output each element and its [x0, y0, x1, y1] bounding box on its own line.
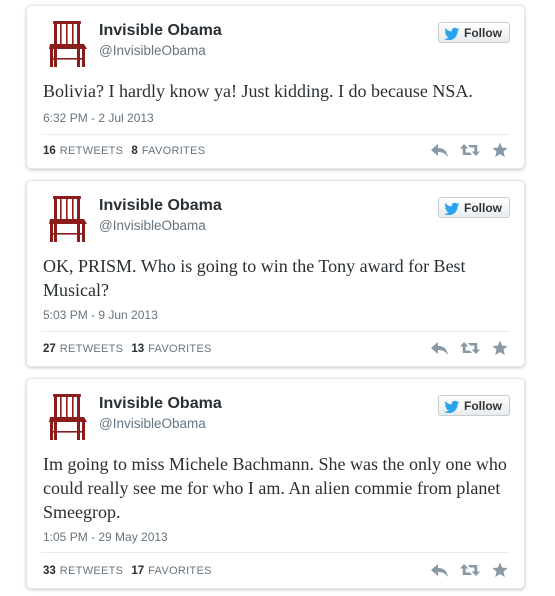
divider	[41, 134, 510, 135]
tweet-stats: 16 RETWEETS 8 FAVORITES	[43, 145, 205, 157]
avatar[interactable]	[48, 20, 88, 68]
tweet-text: OK, PRISM. Who is going to win the Tony …	[43, 256, 466, 300]
star-icon[interactable]	[492, 562, 508, 578]
reply-icon[interactable]	[430, 562, 448, 578]
user-handle[interactable]: @InvisibleObama	[99, 43, 206, 58]
red-chair-icon	[49, 196, 87, 242]
tweet-actions	[430, 340, 508, 356]
display-name[interactable]: Invisible Obama	[99, 22, 222, 40]
follow-label: Follow	[464, 25, 502, 40]
twitter-bird-icon	[444, 202, 460, 215]
favorites-count: 17	[131, 565, 145, 577]
tweet-actions	[430, 142, 508, 158]
reply-icon[interactable]	[430, 340, 448, 356]
tweet-stats: 27 RETWEETS 13 FAVORITES	[43, 343, 212, 355]
retweets-stat[interactable]: 16 RETWEETS	[43, 145, 123, 157]
tweet-stats: 33 RETWEETS 17 FAVORITES	[43, 565, 212, 577]
retweets-count: 33	[43, 565, 56, 577]
user-handle[interactable]: @InvisibleObama	[99, 416, 206, 431]
timestamp[interactable]: 6:32 PM - 2 Jul 2013	[43, 111, 154, 125]
retweets-stat[interactable]: 33 RETWEETS	[43, 565, 123, 577]
favorites-stat[interactable]: 13 FAVORITES	[131, 343, 211, 355]
red-chair-icon	[49, 21, 87, 67]
timestamp[interactable]: 1:05 PM - 29 May 2013	[43, 530, 168, 544]
star-icon[interactable]	[492, 142, 508, 158]
retweet-icon[interactable]	[460, 340, 480, 356]
follow-button[interactable]: Follow	[438, 395, 510, 416]
reply-icon[interactable]	[430, 142, 448, 158]
follow-button[interactable]: Follow	[438, 197, 510, 218]
favorites-label: FAVORITES	[141, 145, 206, 157]
retweets-label: RETWEETS	[59, 565, 124, 577]
red-chair-icon	[49, 394, 87, 440]
favorites-label: FAVORITES	[148, 565, 212, 577]
favorites-stat[interactable]: 17 FAVORITES	[131, 565, 211, 577]
follow-label: Follow	[464, 200, 502, 215]
favorites-stat[interactable]: 8 FAVORITES	[131, 145, 205, 157]
tweet-actions	[430, 562, 508, 578]
twitter-bird-icon	[444, 400, 460, 413]
tweet-text: Bolivia? I hardly know ya! Just kidding.…	[43, 81, 473, 101]
avatar[interactable]	[48, 393, 88, 441]
avatar[interactable]	[48, 195, 88, 243]
retweets-label: RETWEETS	[59, 145, 124, 157]
star-icon[interactable]	[492, 340, 508, 356]
favorites-count: 13	[131, 343, 145, 355]
follow-button[interactable]: Follow	[438, 22, 510, 43]
retweets-count: 27	[43, 343, 56, 355]
retweets-stat[interactable]: 27 RETWEETS	[43, 343, 123, 355]
favorites-count: 8	[131, 145, 138, 157]
tweet-card: Invisible Obama @InvisibleObama Follow O…	[26, 180, 525, 367]
retweets-label: RETWEETS	[59, 343, 124, 355]
tweet-text: Im going to miss Michele Bachmann. She w…	[43, 454, 507, 522]
twitter-bird-icon	[444, 27, 460, 40]
follow-label: Follow	[464, 398, 502, 413]
retweet-icon[interactable]	[460, 562, 480, 578]
divider	[41, 331, 510, 332]
divider	[41, 552, 510, 553]
retweet-icon[interactable]	[460, 142, 480, 158]
user-handle[interactable]: @InvisibleObama	[99, 218, 206, 233]
retweets-count: 16	[43, 145, 56, 157]
display-name[interactable]: Invisible Obama	[99, 395, 222, 413]
tweet-card: Invisible Obama @InvisibleObama Follow I…	[26, 378, 525, 589]
favorites-label: FAVORITES	[148, 343, 212, 355]
display-name[interactable]: Invisible Obama	[99, 197, 222, 215]
tweet-card: Invisible Obama @InvisibleObama Follow B…	[26, 5, 525, 169]
timestamp[interactable]: 5:03 PM - 9 Jun 2013	[43, 308, 158, 322]
